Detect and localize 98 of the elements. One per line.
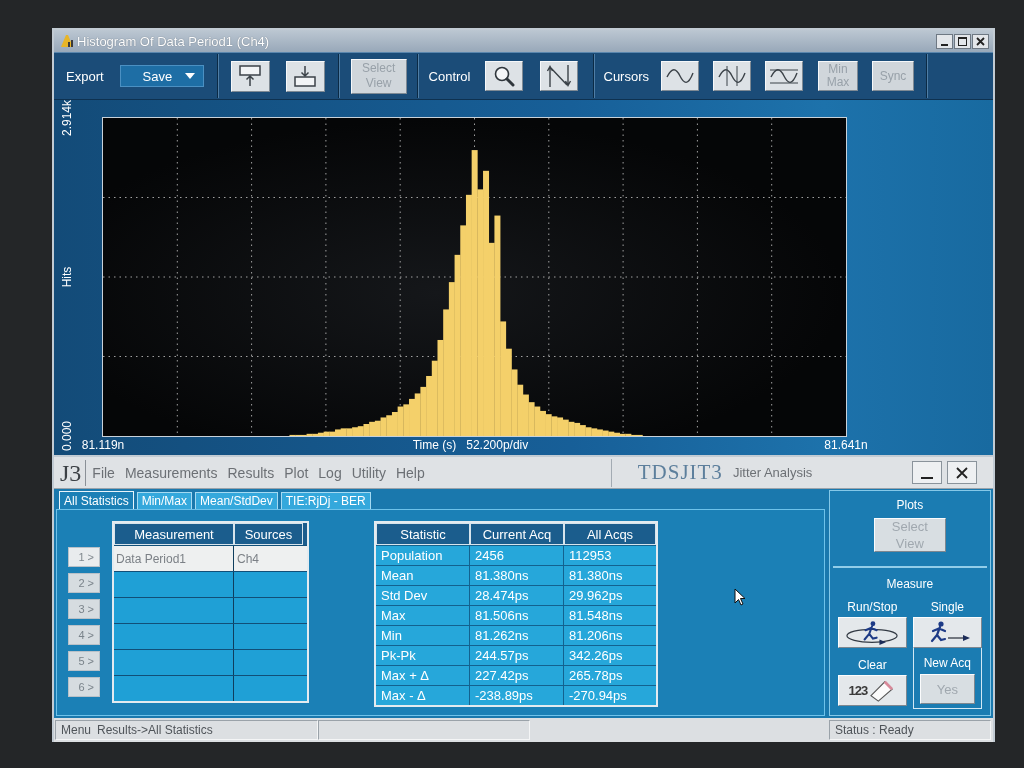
arrow-up-button[interactable] <box>230 60 270 92</box>
run-stop-label: Run/Stop <box>847 600 898 614</box>
clear-button[interactable]: 123 <box>837 675 907 706</box>
measure-label: Measure <box>886 577 934 591</box>
waveform-horizontal-lines-icon <box>770 66 798 86</box>
cursor-button[interactable] <box>765 61 803 91</box>
x-axis-tick-label: 81.641n <box>824 438 868 452</box>
clear-label: Clear <box>858 658 887 672</box>
close-icon <box>956 466 968 479</box>
table-cell: Mean <box>376 566 470 585</box>
table-cell-text: 112953 <box>568 547 613 565</box>
arrow-down-button[interactable] <box>285 60 325 92</box>
table-cell-text: 265.78ps <box>568 667 624 685</box>
column-header: All Acqs <box>564 523 656 545</box>
window-title: Histogram Of Data Period1 (Ch4) <box>77 33 270 49</box>
minimize-icon <box>941 43 948 46</box>
mouse-pointer-icon <box>734 588 746 606</box>
control-label: Control <box>428 68 471 84</box>
menu-item[interactable]: Measurements <box>124 464 218 481</box>
tab[interactable]: TIE:RjDj - BER <box>280 492 371 509</box>
cursor-button[interactable] <box>661 61 699 91</box>
search-icon <box>492 65 515 87</box>
table-cell-text: 29.962ps <box>568 587 624 605</box>
app-logo: J3 <box>56 459 87 486</box>
table-cell: Data Period1 <box>116 551 187 566</box>
cursor-button[interactable] <box>713 61 751 91</box>
column-header: Sources <box>234 523 303 545</box>
waveform-vertical-lines-icon <box>718 66 746 86</box>
column-header: Current Acq <box>470 523 564 545</box>
waveform-icon <box>666 66 694 86</box>
table-cell: 2456 <box>470 546 564 565</box>
table-cell: Max <box>376 606 470 625</box>
close-button[interactable] <box>947 461 977 484</box>
time-scale-label: 52.200p/div <box>466 438 529 453</box>
x-axis-title: Time (s) <box>412 438 457 453</box>
product-subtitle: Jitter Analysis <box>732 465 813 480</box>
table-cell-text: 81.548ns <box>568 607 624 625</box>
menu-item[interactable]: File <box>92 464 115 481</box>
table-cell-text: 81.206ns <box>568 627 624 645</box>
box-arrow-up-icon <box>238 65 263 87</box>
table-cell-text: 81.380ns <box>568 567 624 585</box>
table-cell: 81.506ns <box>470 606 564 625</box>
menu-label: Menu <box>61 723 92 737</box>
product-name: TDSJIT3 <box>637 460 723 485</box>
export-label: Export <box>66 68 104 84</box>
single-button[interactable] <box>912 617 982 648</box>
close-button[interactable] <box>972 33 989 49</box>
slot-button[interactable]: 1 > <box>68 547 100 567</box>
table-cell: 81.262ns <box>470 626 564 645</box>
table-cell: Max - Δ <box>376 686 470 705</box>
table-cell-text: 342.26ps <box>568 647 624 665</box>
minimize-icon <box>921 477 933 479</box>
column-header: Measurement <box>114 523 234 545</box>
table-cell: Std Dev <box>376 586 470 605</box>
y-axis-title: Hits <box>61 266 74 288</box>
caret-icon <box>184 73 195 79</box>
arrow-down-box-icon <box>293 65 318 87</box>
minimize-button[interactable] <box>912 461 942 484</box>
tab[interactable]: All Statistics <box>59 491 134 510</box>
table-cell: 28.474ps <box>470 586 564 605</box>
single-label: Single <box>930 600 964 614</box>
menu-path: Results->All Statistics <box>97 723 213 737</box>
zoom-button[interactable] <box>484 61 523 91</box>
menu-item[interactable]: Results <box>227 464 275 481</box>
plots-label: Plots <box>896 498 924 512</box>
table-cell: Min <box>376 626 470 645</box>
cursors-label: Cursors <box>603 68 649 84</box>
tab[interactable]: Mean/StdDev <box>195 492 278 509</box>
table-cell: Pk-Pk <box>376 646 470 665</box>
table-cell: -238.89ps <box>470 686 564 705</box>
maximize-icon <box>958 36 967 46</box>
close-icon <box>976 36 985 46</box>
table-cell: Max + Δ <box>376 666 470 685</box>
menu-item[interactable]: Plot <box>284 464 309 481</box>
table-cell: Ch4 <box>237 551 259 566</box>
y-axis-tick-label: 0.000 <box>61 421 74 451</box>
tab[interactable]: Min/Max <box>136 492 193 509</box>
table-cell-text: -270.94ps <box>568 687 628 705</box>
new-acq-label: New Acq <box>923 656 971 670</box>
table-cell: 81.380ns <box>470 566 564 585</box>
save-dropdown[interactable]: Save <box>119 65 204 87</box>
y-axis-tick-label: 2.914k <box>61 100 74 136</box>
menu-item[interactable]: Utility <box>351 464 386 481</box>
table-row[interactable]: Data Period1 Ch4 <box>114 545 307 571</box>
menu-item[interactable]: Log <box>318 464 342 481</box>
run-stop-button[interactable] <box>837 617 907 648</box>
minimize-button[interactable] <box>936 33 953 49</box>
column-header: Statistic <box>376 523 470 545</box>
app-icon <box>60 34 74 48</box>
x-axis-tick-label: 81.119n <box>81 438 125 452</box>
up-down-arrows-button[interactable] <box>539 61 578 91</box>
table-cell: 244.57ps <box>470 646 564 665</box>
maximize-button[interactable] <box>954 33 971 49</box>
status-text: Status : Ready <box>835 723 914 737</box>
menu-item[interactable]: Help <box>395 464 425 481</box>
table-cell: 227.42ps <box>470 666 564 685</box>
up-down-arrows-icon <box>545 64 572 88</box>
table-cell: Population <box>376 546 470 565</box>
